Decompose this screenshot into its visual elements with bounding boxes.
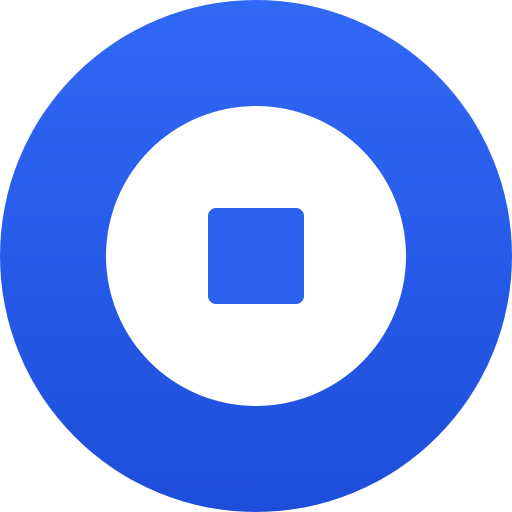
stop-square [208,208,304,304]
app-icon-canvas [0,0,512,512]
stop-button-icon [0,0,512,512]
